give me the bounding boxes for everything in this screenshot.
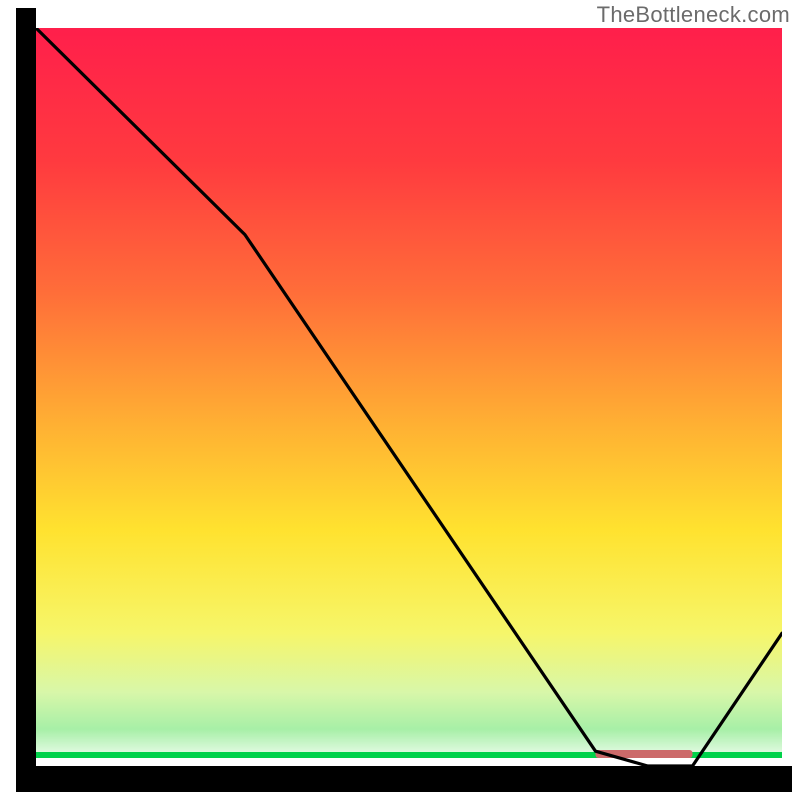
frame-left bbox=[16, 8, 36, 792]
chart-container: TheBottleneck.com bbox=[0, 0, 800, 800]
frame-bottom bbox=[16, 766, 792, 792]
watermark-text: TheBottleneck.com bbox=[597, 2, 790, 28]
frame-top-spacer bbox=[36, 28, 782, 29]
chart-svg bbox=[0, 0, 800, 800]
